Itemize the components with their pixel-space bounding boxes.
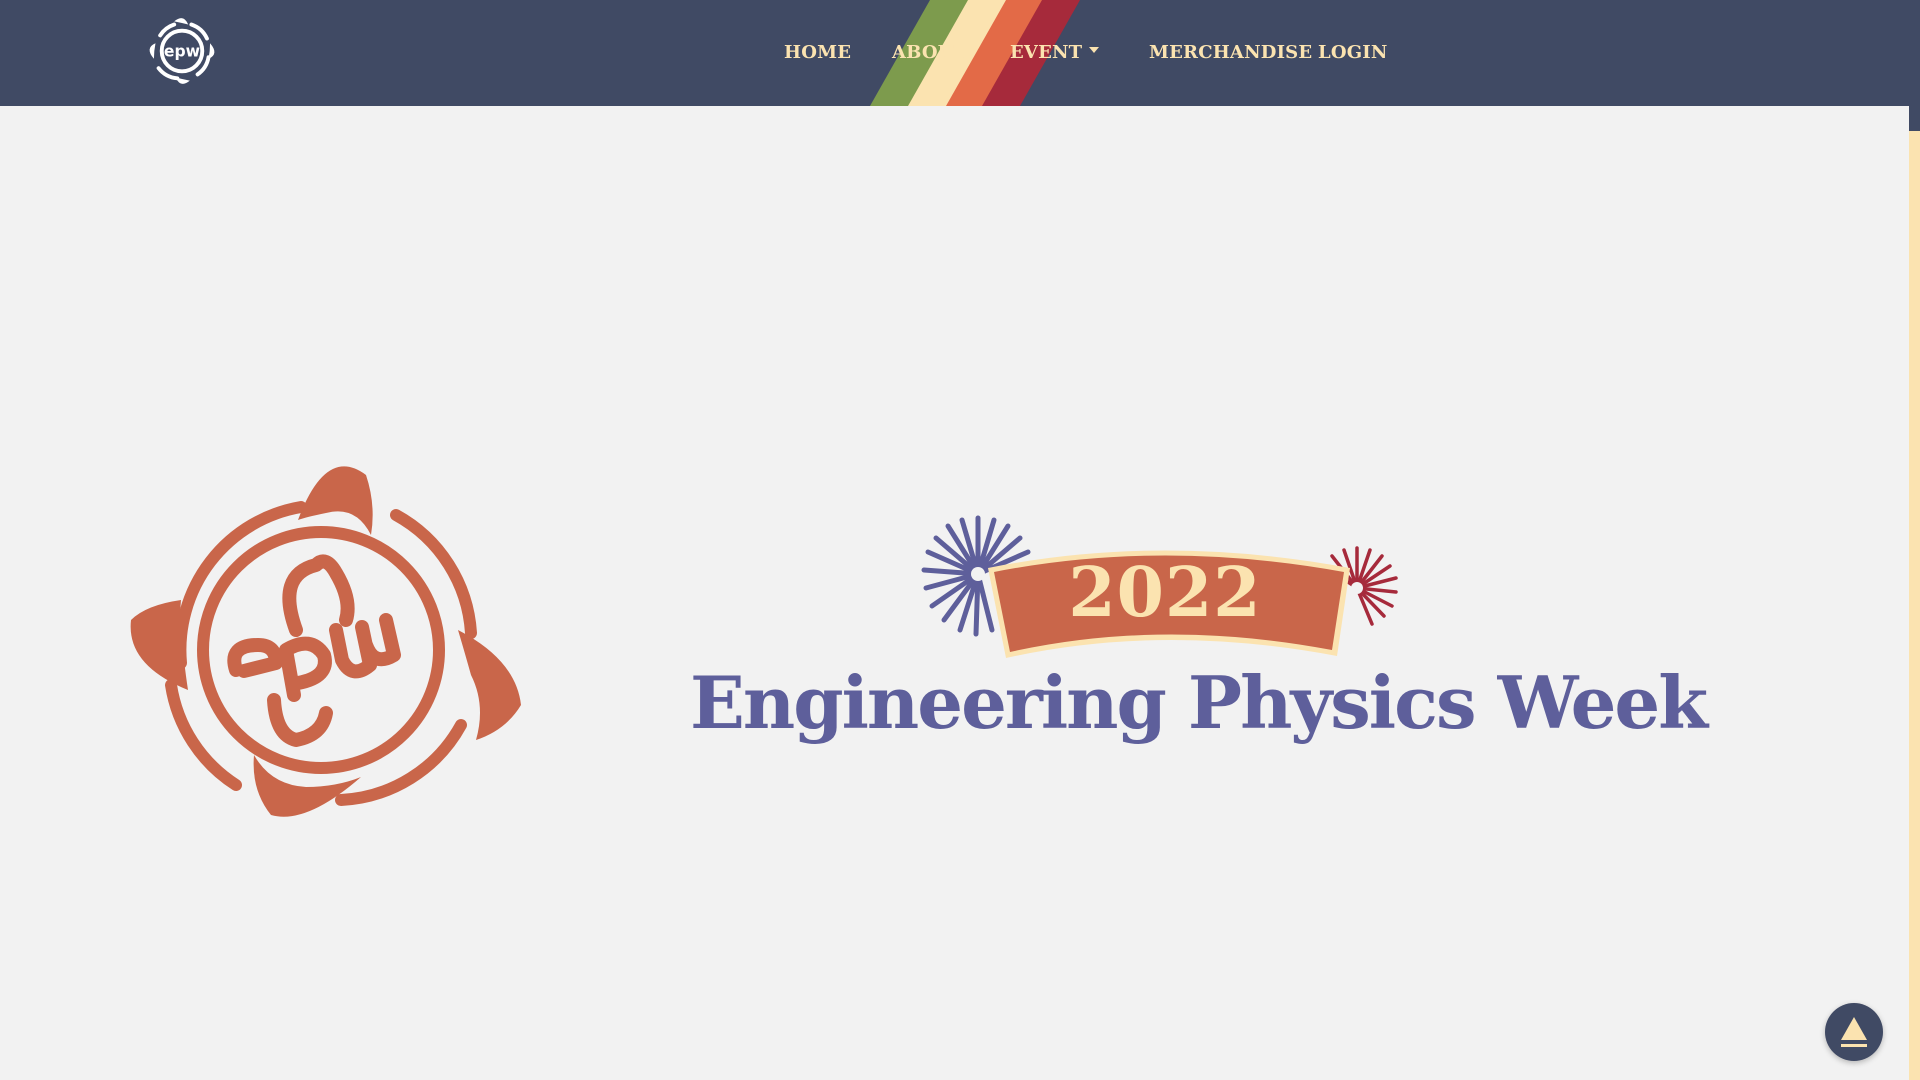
- scroll-to-top-button[interactable]: [1825, 1003, 1883, 1061]
- nav-login[interactable]: LOGIN: [1318, 42, 1388, 63]
- page-title: Engineering Physics Week: [690, 660, 1708, 745]
- svg-text:epw: epw: [164, 42, 200, 60]
- navbar: epw HOME ABOUT EVENT MERCHANDISE LOGIN: [0, 0, 1909, 106]
- nav-event[interactable]: EVENT: [1010, 42, 1100, 63]
- epw-logo-icon: [130, 466, 521, 817]
- nav-merchandise[interactable]: MERCHANDISE: [1149, 42, 1312, 63]
- scrollbar-thumb[interactable]: [1909, 0, 1920, 131]
- navbar-logo-icon[interactable]: epw: [141, 12, 223, 90]
- scrollbar-track[interactable]: [1909, 0, 1920, 1080]
- event-year: 2022: [1068, 553, 1262, 633]
- nav-about[interactable]: ABOUT: [892, 42, 967, 63]
- chevron-down-icon: [1089, 47, 1100, 53]
- nav-home[interactable]: HOME: [784, 42, 851, 63]
- nav-event-label: EVENT: [1010, 42, 1083, 63]
- arrow-up-icon: [1841, 1017, 1867, 1047]
